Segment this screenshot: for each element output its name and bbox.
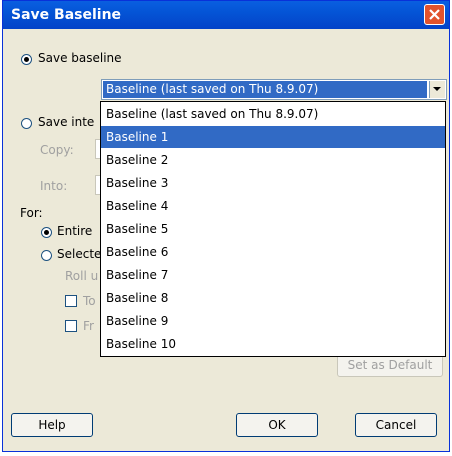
selected-tasks-radio[interactable] [41, 250, 52, 261]
save-baseline-dialog: Save Baseline Save baseline Baseline (la… [2, 0, 450, 452]
baseline-select[interactable]: Baseline (last saved on Thu 8.9.07) [101, 79, 447, 100]
baseline-option[interactable]: Baseline 10 [101, 333, 445, 355]
baseline-option[interactable]: Baseline 5 [101, 218, 445, 240]
close-icon [429, 9, 440, 20]
save-baseline-radio[interactable] [21, 54, 32, 65]
baseline-select-dropdown-button[interactable] [429, 81, 445, 98]
baseline-option[interactable]: Baseline 8 [101, 287, 445, 309]
entire-project-label: Entire [57, 224, 93, 238]
cancel-button[interactable]: Cancel [355, 413, 437, 437]
for-label: For: [20, 206, 43, 220]
baseline-option[interactable]: Baseline 4 [101, 195, 445, 217]
save-baseline-label: Save baseline [38, 51, 122, 65]
baseline-option[interactable]: Baseline 2 [101, 149, 445, 171]
baseline-dropdown-list[interactable]: Baseline (last saved on Thu 8.9.07) Base… [100, 101, 446, 357]
to-all-summary-label: To [83, 294, 96, 308]
rollup-label: Roll u [65, 269, 99, 283]
save-interim-label: Save inte [38, 115, 95, 129]
baseline-option[interactable]: Baseline 1 [101, 126, 445, 148]
to-all-summary-checkbox[interactable] [65, 295, 77, 307]
entire-project-radio[interactable] [41, 227, 52, 238]
into-label: Into: [40, 179, 68, 193]
selected-tasks-label: Selecte [57, 247, 102, 261]
baseline-option[interactable]: Baseline (last saved on Thu 8.9.07) [101, 103, 445, 125]
baseline-option[interactable]: Baseline 9 [101, 310, 445, 332]
save-interim-radio[interactable] [21, 118, 32, 129]
baseline-select-value: Baseline (last saved on Thu 8.9.07) [103, 81, 427, 98]
close-button[interactable] [424, 4, 445, 25]
copy-label: Copy: [40, 143, 74, 157]
baseline-option[interactable]: Baseline 6 [101, 241, 445, 263]
title-bar[interactable]: Save Baseline [3, 1, 449, 29]
chevron-down-icon [433, 87, 441, 91]
from-subtasks-label: Fr [83, 319, 94, 333]
from-subtasks-checkbox[interactable] [65, 320, 77, 332]
dialog-title: Save Baseline [11, 7, 122, 23]
baseline-option[interactable]: Baseline 3 [101, 172, 445, 194]
baseline-option[interactable]: Baseline 7 [101, 264, 445, 286]
help-button[interactable]: Help [11, 413, 93, 437]
ok-button[interactable]: OK [236, 413, 318, 437]
